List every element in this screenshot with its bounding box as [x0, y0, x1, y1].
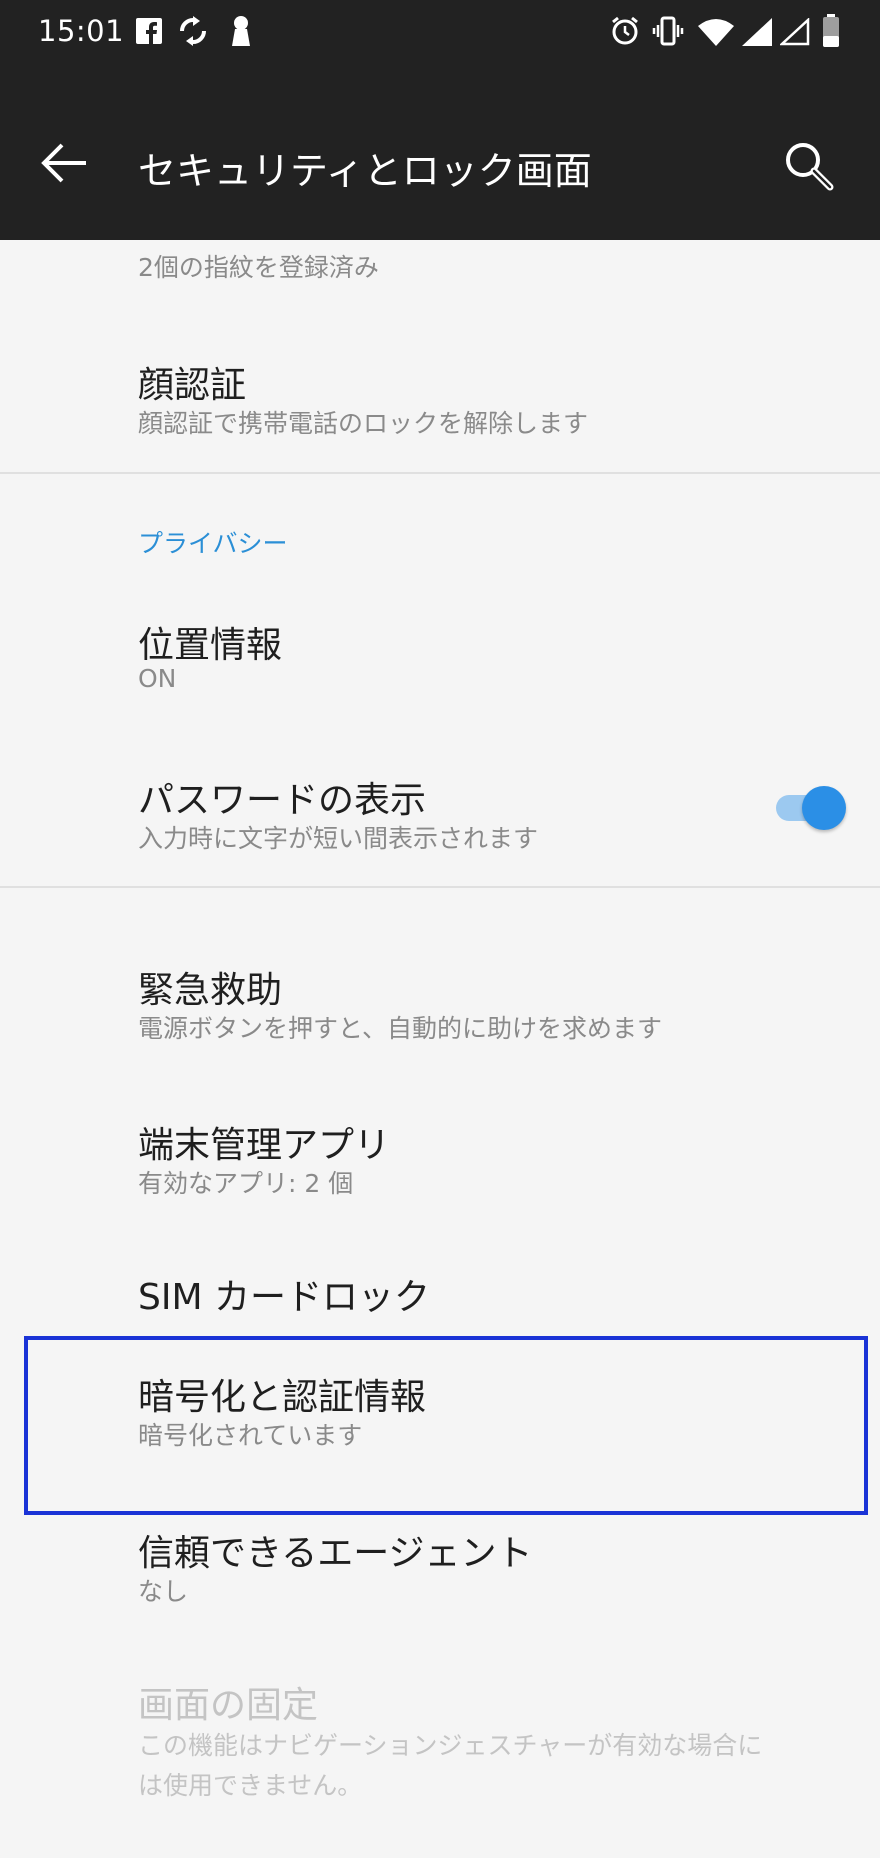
status-bar: 15:01	[0, 0, 880, 68]
location-subtitle: ON	[138, 664, 177, 693]
alarm-icon	[612, 16, 638, 45]
back-button[interactable]	[30, 133, 100, 193]
face-unlock-item[interactable]: 顔認証 顔認証で携帯電話のロックを解除します	[0, 340, 880, 470]
sim-lock-item[interactable]: SIM カードロック	[0, 1250, 880, 1340]
trust-agents-item[interactable]: 信頼できるエージェント なし	[0, 1516, 880, 1636]
app-bar: セキュリティとロック画面	[0, 68, 880, 240]
screen-pinning-title: 画面の固定	[138, 1685, 319, 1726]
show-password-toggle[interactable]	[772, 783, 846, 833]
status-time: 15:01	[38, 14, 125, 48]
keyhole-icon	[232, 16, 250, 46]
section-divider	[0, 886, 880, 888]
settings-list: 2個の指紋を登録済み 顔認証 顔認証で携帯電話のロックを解除します プライバシー…	[0, 240, 880, 1858]
screen-pinning-subtitle-line1: この機能はナビゲーションジェスチャーが有効な場合に	[138, 1731, 763, 1760]
trust-agents-subtitle: なし	[138, 1577, 189, 1606]
device-admin-item[interactable]: 端末管理アプリ 有効なアプリ: 2 個	[0, 1100, 880, 1220]
sim-lock-title: SIM カードロック	[138, 1277, 430, 1318]
search-button[interactable]	[780, 138, 840, 198]
battery-icon	[823, 14, 839, 47]
toggle-thumb	[802, 786, 846, 830]
facebook-icon	[136, 18, 162, 44]
location-item[interactable]: 位置情報 ON	[0, 600, 880, 720]
search-icon	[786, 143, 834, 191]
emergency-rescue-subtitle: 電源ボタンを押すと、自動的に助けを求めます	[138, 1014, 663, 1043]
show-password-subtitle: 入力時に文字が短い間表示されます	[138, 824, 539, 853]
section-divider	[0, 472, 880, 474]
face-unlock-subtitle: 顔認証で携帯電話のロックを解除します	[138, 409, 589, 438]
fingerprint-item[interactable]: 2個の指紋を登録済み	[0, 240, 880, 300]
signal-icon	[742, 18, 772, 46]
screen-pinning-item: 画面の固定 この機能はナビゲーションジェスチャーが有効な場合に は使用できません…	[0, 1660, 880, 1840]
face-unlock-title: 顔認証	[138, 365, 247, 406]
fingerprint-subtitle: 2個の指紋を登録済み	[138, 253, 379, 282]
sync-icon	[180, 16, 206, 46]
device-admin-title: 端末管理アプリ	[138, 1125, 391, 1166]
location-title: 位置情報	[138, 625, 283, 666]
arrow-left-icon	[41, 143, 86, 183]
show-password-title: パスワードの表示	[138, 780, 427, 821]
page-title: セキュリティとロック画面	[138, 149, 592, 193]
vibrate-icon	[652, 16, 684, 46]
show-password-item[interactable]: パスワードの表示 入力時に文字が短い間表示されます	[0, 755, 880, 875]
device-admin-subtitle: 有効なアプリ: 2 個	[138, 1169, 354, 1198]
wifi-icon	[698, 19, 734, 46]
emergency-rescue-title: 緊急救助	[138, 970, 283, 1011]
privacy-section-header: プライバシー	[138, 529, 288, 558]
screen-pinning-subtitle-line2: は使用できません。	[138, 1771, 363, 1800]
trust-agents-title: 信頼できるエージェント	[138, 1533, 533, 1574]
emergency-rescue-item[interactable]: 緊急救助 電源ボタンを押すと、自動的に助けを求めます	[0, 945, 880, 1065]
selection-highlight	[24, 1336, 868, 1515]
signal-empty-icon	[780, 18, 810, 46]
